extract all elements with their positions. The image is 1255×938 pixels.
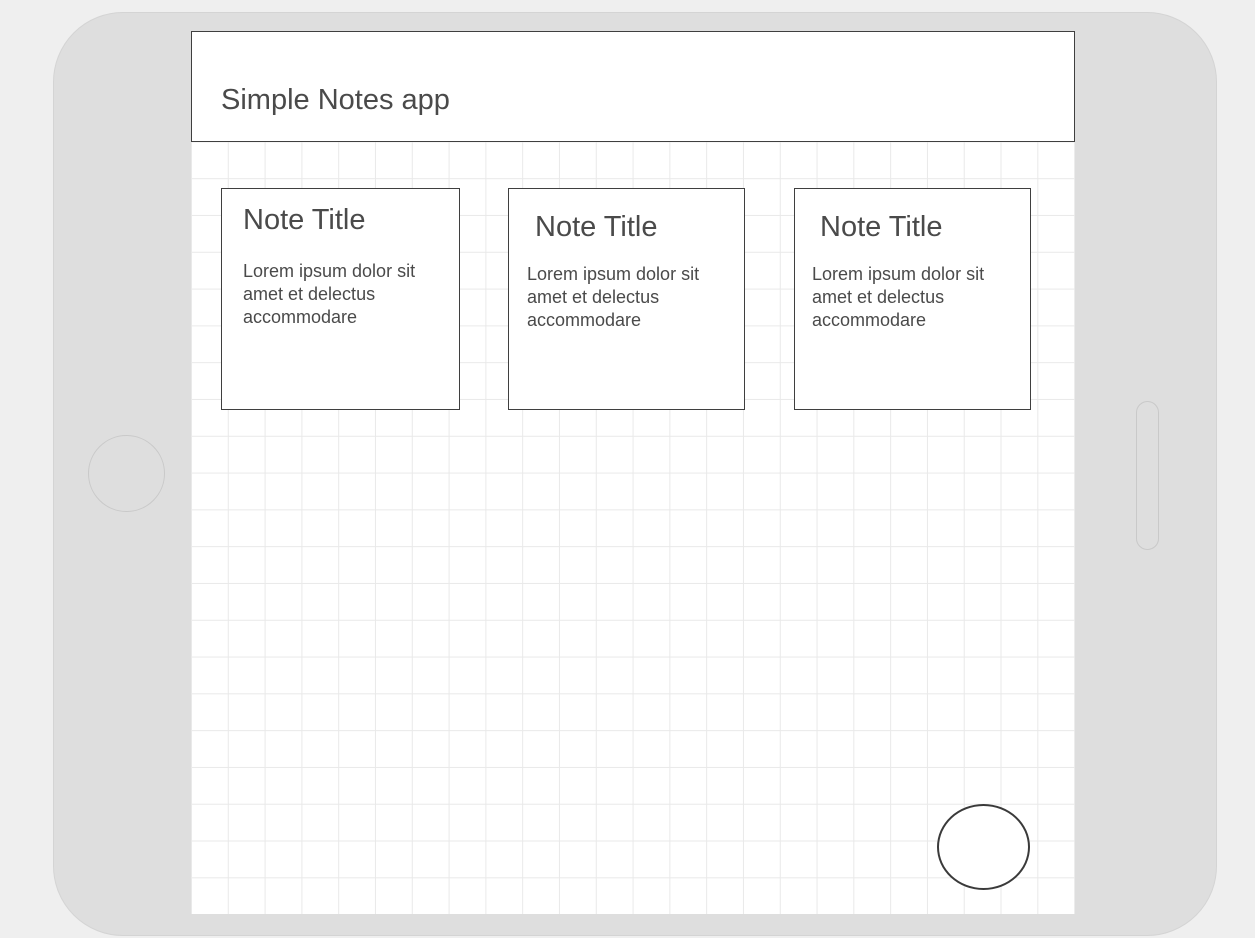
note-title: Note Title — [535, 211, 658, 243]
app-header: Simple Notes app — [191, 31, 1075, 142]
note-card[interactable]: Note Title Lorem ipsum dolor sit amet et… — [794, 188, 1031, 410]
home-button[interactable] — [88, 435, 165, 512]
note-body: Lorem ipsum dolor sit amet et delectus a… — [243, 261, 416, 327]
note-title: Note Title — [243, 204, 366, 236]
note-title: Note Title — [820, 211, 943, 243]
app-title: Simple Notes app — [221, 84, 450, 116]
app-screen: Simple Notes app Note Title Lorem ipsum … — [191, 31, 1075, 914]
note-card[interactable]: Note Title Lorem ipsum dolor sit amet et… — [221, 188, 460, 410]
side-button[interactable] — [1136, 401, 1159, 550]
note-card[interactable]: Note Title Lorem ipsum dolor sit amet et… — [508, 188, 745, 410]
floating-action-button[interactable] — [937, 804, 1030, 890]
note-body: Lorem ipsum dolor sit amet et delectus a… — [812, 264, 985, 330]
note-body: Lorem ipsum dolor sit amet et delectus a… — [527, 264, 700, 330]
